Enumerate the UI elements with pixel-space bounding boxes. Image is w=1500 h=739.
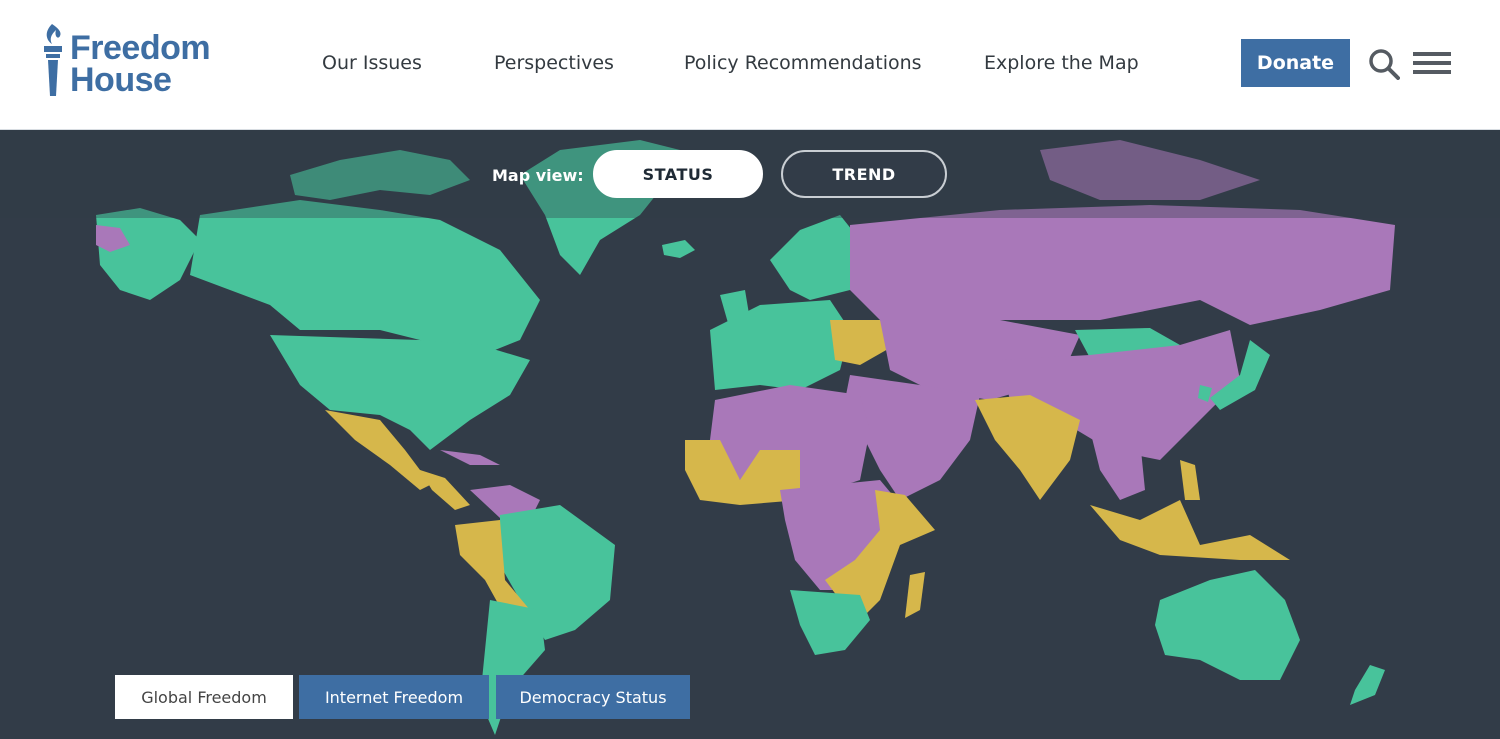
canada	[190, 200, 540, 360]
australia	[1155, 570, 1300, 680]
central-america	[420, 470, 470, 510]
world-map[interactable]	[0, 130, 1500, 739]
indonesia	[1090, 500, 1290, 560]
iceland	[662, 240, 695, 258]
russia	[850, 205, 1395, 330]
nav-policy-recommendations[interactable]: Policy Recommendations	[684, 52, 922, 74]
trend-toggle-button[interactable]: TREND	[781, 150, 947, 198]
alaska	[96, 208, 200, 300]
new-zealand	[1350, 665, 1385, 705]
site-header: Freedom House Our Issues Perspectives Po…	[0, 0, 1500, 130]
status-toggle-button[interactable]: STATUS	[593, 150, 763, 198]
tab-global-freedom[interactable]: Global Freedom	[115, 675, 293, 719]
scandinavia	[770, 215, 860, 300]
cuba	[440, 450, 500, 465]
hamburger-menu-icon[interactable]	[1413, 52, 1451, 76]
map-view-label: Map view:	[492, 166, 584, 185]
nav-explore-the-map[interactable]: Explore the Map	[984, 52, 1139, 74]
tab-democracy-status[interactable]: Democracy Status	[496, 675, 690, 719]
donate-button[interactable]: Donate	[1241, 39, 1350, 87]
nav-our-issues[interactable]: Our Issues	[322, 52, 422, 74]
tab-internet-freedom[interactable]: Internet Freedom	[299, 675, 489, 719]
madagascar	[905, 572, 925, 618]
world-map-section: Map view: STATUS TREND Global Freedom In…	[0, 130, 1500, 739]
nav-perspectives[interactable]: Perspectives	[494, 52, 614, 74]
search-icon[interactable]	[1368, 48, 1400, 80]
philippines	[1180, 460, 1200, 500]
southeast-asia	[1090, 430, 1145, 500]
usa	[270, 335, 530, 450]
southern-africa	[790, 590, 870, 655]
